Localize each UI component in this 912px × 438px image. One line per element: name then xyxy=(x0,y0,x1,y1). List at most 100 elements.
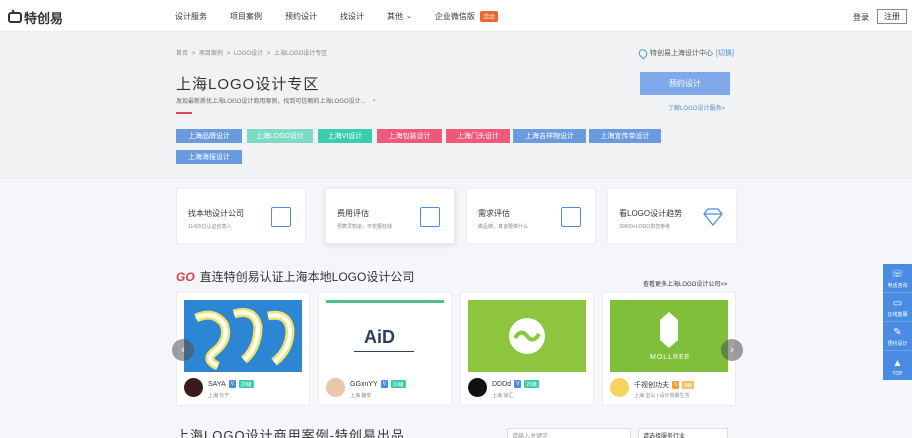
nav-project-cases[interactable]: 项目案例 xyxy=(230,11,262,22)
feature-title: 需求评估 xyxy=(478,209,510,218)
cases-search-input[interactable]: 请输入关键字 xyxy=(507,428,631,438)
calculator-icon xyxy=(420,207,440,227)
cases-section-title: 上海LOGO设计商用案例-特创易出品 xyxy=(176,428,405,438)
cover-logo-text: MOLLREE xyxy=(650,354,691,361)
login-link[interactable]: 登录 xyxy=(853,12,869,23)
breadcrumb: 首页 > 项目案例 > LOGO设计 > 上海LOGO设计专区 xyxy=(176,48,329,57)
building-icon xyxy=(271,207,291,227)
company-avatar xyxy=(610,378,629,397)
tag-packaging-design[interactable]: 上海包装设计 xyxy=(377,129,442,143)
level-badge: 23级 xyxy=(524,380,539,388)
company-name: DDDd xyxy=(492,380,512,388)
feature-cards: 找本地设计公司 11425位认证创意人 费用评估 预算早知道，不花冤枉钱 需求评… xyxy=(176,188,738,244)
feature-card-trends[interactable]: 看LOGO设计趋势 30000+LOGO供您参考 xyxy=(607,188,737,244)
location-selector: 特创易上海设计中心 [切换] xyxy=(636,46,734,60)
company-name-row: 千视创功夫 V 8级 xyxy=(634,380,695,390)
company-cover-image xyxy=(468,300,586,372)
tag-brand-design[interactable]: 上海品牌设计 xyxy=(176,129,242,143)
chevron-down-icon: ⌄ xyxy=(406,13,412,20)
tag-logo-design[interactable]: 上海LOGO设计 xyxy=(247,129,313,143)
nav-other[interactable]: 其他 ⌄ xyxy=(387,11,412,22)
company-name-row: GGxnYY V 31级 xyxy=(350,380,406,388)
chevron-down-icon[interactable]: ⌄ xyxy=(372,96,377,105)
level-badge: 31级 xyxy=(390,380,406,388)
book-design-side-button[interactable]: ✎ 预约设计 xyxy=(883,322,912,351)
register-button[interactable]: 注册 xyxy=(877,9,907,24)
title-accent-bar xyxy=(176,112,192,114)
company-cover-image: AiD xyxy=(326,300,444,372)
company-cover-image: MOLLREE xyxy=(610,300,728,372)
tv-logo-icon xyxy=(8,12,22,23)
feature-title: 找本地设计公司 xyxy=(188,209,244,218)
company-name-row: DDDd V 23级 xyxy=(492,380,539,388)
company-location: 上海 宝山 | 设计突破生活 xyxy=(634,393,690,399)
phone-icon: ☏ xyxy=(891,269,904,280)
company-card[interactable]: SAYA V 20级 上海 长宁 xyxy=(176,292,310,406)
vip-badge: V xyxy=(514,380,522,388)
breadcrumb-cases[interactable]: 项目案例 xyxy=(199,51,223,57)
feature-title: 费用评估 xyxy=(337,209,369,218)
feature-card-cost[interactable]: 费用评估 预算早知道，不花冤枉钱 xyxy=(325,188,455,244)
vip-badge: V xyxy=(380,380,388,388)
section-header: GO 直连特创易认证上海本地LOGO设计公司 xyxy=(176,268,414,285)
level-badge: 8级 xyxy=(682,381,695,389)
feature-card-find-company[interactable]: 找本地设计公司 11425位认证创意人 xyxy=(176,188,306,244)
feature-card-needs[interactable]: 需求评估 做品牌，真该要做什么 xyxy=(466,188,596,244)
main-nav: 设计服务 项目案例 预约设计 找设计 其他 ⌄ 企业微信版 活动 xyxy=(175,0,521,32)
tag-flyer-design[interactable]: 上海宣传单设计 xyxy=(589,129,661,143)
vip-badge: V xyxy=(228,380,236,388)
company-avatar xyxy=(326,378,345,397)
industry-select[interactable]: 请选择服务行业 xyxy=(638,428,728,438)
nav-design-service[interactable]: 设计服务 xyxy=(175,11,207,22)
nav-wecom[interactable]: 企业微信版 活动 xyxy=(435,10,498,22)
vip-badge: V xyxy=(672,381,680,389)
company-name-row: SAYA V 20级 xyxy=(208,380,254,388)
location-pin-icon xyxy=(636,46,650,60)
breadcrumb-logo[interactable]: LOGO设计 xyxy=(234,51,263,57)
cover-logo-text: AiD xyxy=(364,327,395,347)
page-description: 发现最新质优上海LOGO设计商用案例，找到可信赖的上海LOGO设计... ⌄ xyxy=(176,96,377,105)
more-companies-link[interactable]: 查看更多上海LOGO设计公司>> xyxy=(643,279,727,288)
tag-mascot-design[interactable]: 上海吉祥物设计 xyxy=(513,129,586,143)
feature-sub: 预算早知道，不花冤枉钱 xyxy=(337,224,393,230)
company-card[interactable]: MOLLREE 千视创功夫 V 8级 上海 宝山 | 设计突破生活 xyxy=(602,292,736,406)
chat-icon: ▭ xyxy=(892,298,903,309)
divider xyxy=(354,351,414,352)
diamond-icon xyxy=(702,207,723,227)
floating-sidebar: ☏ 电话咨询 ▭ 在线客服 ✎ 预约设计 ▲ TOP xyxy=(883,264,912,380)
nav-find-design[interactable]: 找设计 xyxy=(340,11,364,22)
edit-icon: ✎ xyxy=(893,327,902,338)
arrow-up-icon: ▲ xyxy=(892,358,903,369)
carousel-next-button[interactable]: › xyxy=(721,339,743,361)
tag-vi-design[interactable]: 上海VI设计 xyxy=(318,129,372,143)
phone-consult-button[interactable]: ☏ 电话咨询 xyxy=(883,264,912,293)
section-title: 直连特创易认证上海本地LOGO设计公司 xyxy=(199,270,415,284)
breadcrumb-sep: > xyxy=(226,51,231,57)
breadcrumb-sep: > xyxy=(191,51,196,57)
book-design-button[interactable]: 预约设计 xyxy=(640,72,730,95)
nav-book-design[interactable]: 预约设计 xyxy=(285,11,317,22)
company-cover-image xyxy=(184,300,302,372)
location-switch-link[interactable]: [切换] xyxy=(716,48,734,58)
level-badge: 20级 xyxy=(238,380,254,388)
company-card[interactable]: DDDd V 23级 上海 徐汇 xyxy=(460,292,594,406)
company-avatar xyxy=(468,378,487,397)
company-name: 千视创功夫 xyxy=(634,382,669,389)
page-title: 上海LOGO设计专区 xyxy=(176,76,320,93)
company-location: 上海 长宁 xyxy=(208,393,230,399)
feature-sub: 30000+LOGO供您参考 xyxy=(619,224,671,230)
brand-logo[interactable]: 特创易 xyxy=(8,8,63,27)
tag-poster-design[interactable]: 上海海报设计 xyxy=(176,150,242,164)
carousel-prev-button[interactable]: ‹ xyxy=(172,339,194,361)
online-service-button[interactable]: ▭ 在线客服 xyxy=(883,293,912,322)
back-to-top-button[interactable]: ▲ TOP xyxy=(883,351,912,380)
learn-logo-service-link[interactable]: 了解LOGO设计服务> xyxy=(668,103,725,112)
event-badge: 活动 xyxy=(479,10,498,22)
tag-storefront-design[interactable]: 上海门头设计 xyxy=(446,129,510,143)
company-card[interactable]: AiD GGxnYY V 31级 上海 静安 xyxy=(318,292,452,406)
breadcrumb-sep: > xyxy=(266,51,271,57)
breadcrumb-home[interactable]: 首页 xyxy=(176,51,188,57)
company-name: SAYA xyxy=(208,380,226,388)
top-navbar: 特创易 设计服务 项目案例 预约设计 找设计 其他 ⌄ 企业微信版 活动 登录 注册 xyxy=(0,0,912,32)
company-carousel: SAYA V 20级 上海 长宁 AiD GGxnYY V 31级 上海 静安 … xyxy=(176,292,738,406)
